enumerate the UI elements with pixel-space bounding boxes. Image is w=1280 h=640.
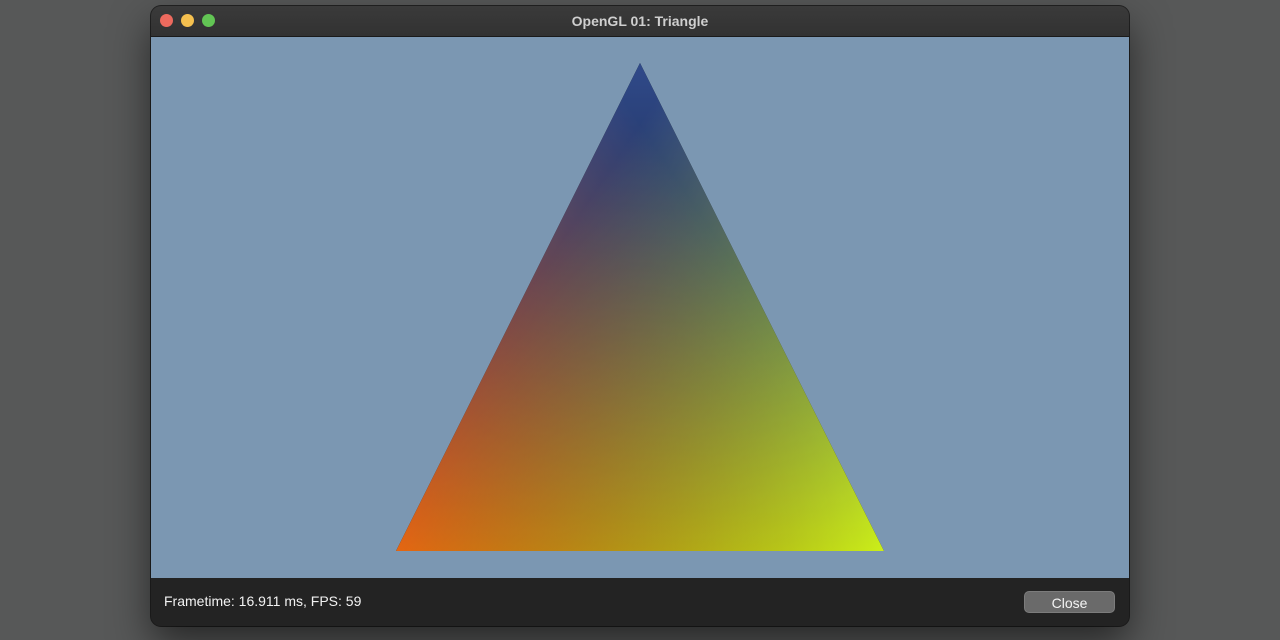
app-window: OpenGL 01: Triangle Frametime: 16.911 ms… xyxy=(151,6,1129,626)
status-bar: Frametime: 16.911 ms, FPS: 59 Close xyxy=(151,578,1129,626)
frame-stats: Frametime: 16.911 ms, FPS: 59 xyxy=(164,593,362,609)
close-button[interactable]: Close xyxy=(1024,591,1115,613)
opengl-viewport[interactable] xyxy=(151,37,1129,578)
window-title: OpenGL 01: Triangle xyxy=(571,13,709,29)
render-canvas xyxy=(151,37,1129,578)
title-bar[interactable]: OpenGL 01: Triangle xyxy=(151,6,1129,37)
